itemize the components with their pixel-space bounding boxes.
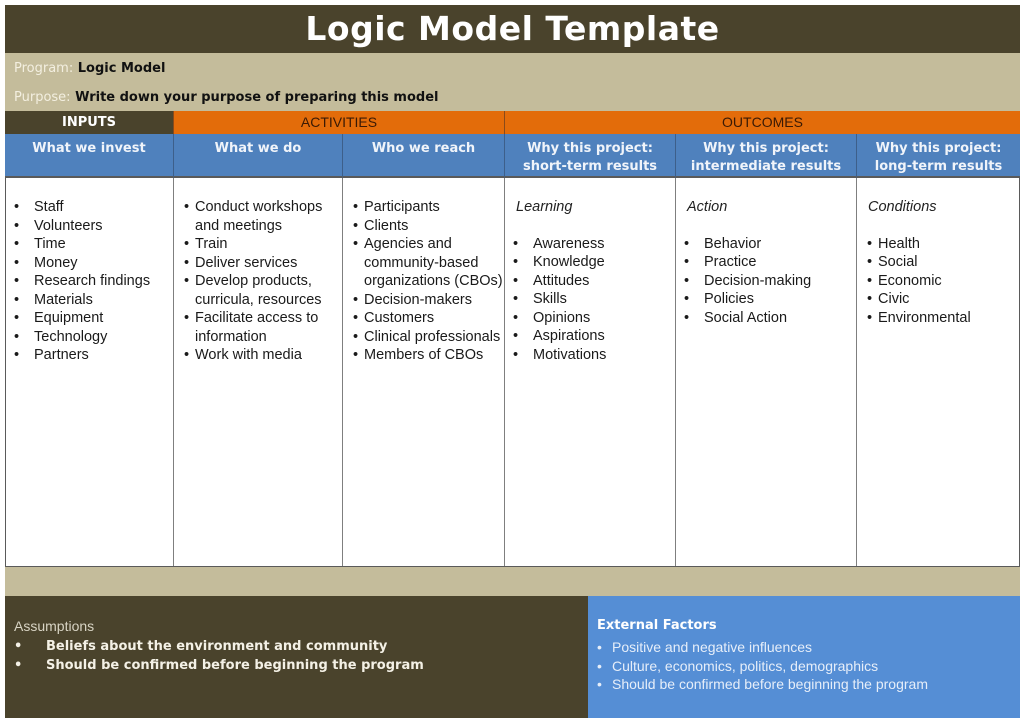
logic-model-sheet: Logic Model Template Program: Logic Mode… (5, 5, 1020, 718)
assumptions-panel[interactable]: Assumptions Beliefs about the environmen… (5, 596, 585, 718)
list-item: Decision-makers (353, 291, 504, 310)
list-item: Policies (684, 290, 856, 309)
bullet-list: Conduct workshops and meetingsTrainDeliv… (174, 198, 342, 365)
column-header-label: What we invest (32, 141, 146, 156)
program-row: Program: Logic Model (14, 61, 165, 76)
column-body-row: StaffVolunteersTimeMoneyResearch finding… (5, 178, 1020, 566)
program-info-band: Program: Logic Model Purpose: Write down… (5, 53, 1020, 111)
bullet-list: ParticipantsClientsAgencies and communit… (343, 198, 504, 365)
list-item: Decision-making (684, 272, 856, 291)
list-item: Environmental (867, 309, 1019, 328)
column-body-inputs[interactable]: StaffVolunteersTimeMoneyResearch finding… (5, 178, 173, 566)
list-item: Social Action (684, 309, 856, 328)
group-activities: ACTIVITIES (173, 111, 504, 134)
list-item: Clients (353, 217, 504, 236)
purpose-label: Purpose: (14, 90, 71, 105)
bullet-list: HealthSocialEconomicCivicEnvironmental (857, 235, 1019, 328)
column-subheading: Learning (516, 199, 573, 215)
bullet-list: StaffVolunteersTimeMoneyResearch finding… (6, 198, 173, 365)
page-title: Logic Model Template (5, 5, 1020, 53)
list-item: Behavior (684, 235, 856, 254)
list-item: Deliver services (184, 254, 342, 273)
list-item: Partners (14, 346, 173, 365)
column-subheading: Conditions (868, 199, 937, 215)
program-value[interactable]: Logic Model (78, 61, 166, 76)
column-header-what-we-invest: What we invest (5, 134, 173, 178)
purpose-row: Purpose: Write down your purpose of prep… (14, 90, 438, 105)
list-item: Economic (867, 272, 1019, 291)
list-item: Knowledge (513, 253, 675, 272)
list-item: Health (867, 235, 1019, 254)
list-item: Clinical professionals (353, 328, 504, 347)
column-body-short-term[interactable]: Learning AwarenessKnowledgeAttitudesSkil… (504, 178, 675, 566)
list-item: Skills (513, 290, 675, 309)
list-item: Staff (14, 198, 173, 217)
column-header-line2: long-term results (874, 159, 1003, 174)
list-item: Positive and negative influences (597, 638, 1011, 657)
list-item: Materials (14, 291, 173, 310)
list-item: Civic (867, 290, 1019, 309)
external-factors-panel[interactable]: External Factors Positive and negative i… (585, 596, 1020, 718)
list-item: Practice (684, 253, 856, 272)
group-outcomes: OUTCOMES (504, 111, 1020, 134)
column-body-who-we-reach[interactable]: ParticipantsClientsAgencies and communit… (342, 178, 504, 566)
column-header-label: What we do (214, 141, 302, 156)
column-header-short-term: Why this project: short-term results (504, 134, 675, 178)
group-header-row: INPUTS ACTIVITIES OUTCOMES (5, 111, 1020, 134)
assumptions-heading: Assumptions (14, 618, 95, 634)
list-item: Customers (353, 309, 504, 328)
external-factors-heading: External Factors (597, 618, 717, 633)
column-header-line2: short-term results (522, 159, 658, 174)
bullet-list: BehaviorPracticeDecision-makingPoliciesS… (676, 235, 856, 328)
column-header-line1: Why this project: (527, 141, 653, 156)
bullet-list: AwarenessKnowledgeAttitudesSkillsOpinion… (505, 235, 675, 365)
column-body-long-term[interactable]: Conditions HealthSocialEconomicCivicEnvi… (856, 178, 1020, 566)
column-header-line2: intermediate results (690, 159, 842, 174)
divider-band (5, 566, 1020, 596)
list-item: Volunteers (14, 217, 173, 236)
list-item: Should be confirmed before beginning the… (597, 675, 1011, 694)
list-item: Conduct workshops and meetings (184, 198, 342, 235)
list-item: Facilitate access to information (184, 309, 342, 346)
list-item: Awareness (513, 235, 675, 254)
list-item: Beliefs about the environment and commun… (14, 638, 576, 657)
column-body-what-we-do[interactable]: Conduct workshops and meetingsTrainDeliv… (173, 178, 342, 566)
list-item: Participants (353, 198, 504, 217)
list-item: Should be confirmed before beginning the… (14, 657, 576, 676)
column-header-what-we-do: What we do (173, 134, 342, 178)
list-item: Aspirations (513, 327, 675, 346)
column-subheading: Action (687, 199, 728, 215)
list-item: Equipment (14, 309, 173, 328)
external-factors-list: Positive and negative influencesCulture,… (597, 638, 1011, 694)
column-header-who-we-reach: Who we reach (342, 134, 504, 178)
column-header-long-term: Why this project: long-term results (856, 134, 1020, 178)
list-item: Technology (14, 328, 173, 347)
list-item: Opinions (513, 309, 675, 328)
column-header-line1: Why this project: (703, 141, 829, 156)
list-item: Work with media (184, 346, 342, 365)
list-item: Agencies and community-based organizatio… (353, 235, 504, 291)
assumptions-list: Beliefs about the environment and commun… (14, 638, 576, 675)
list-item: Money (14, 254, 173, 273)
group-inputs: INPUTS (5, 111, 173, 134)
list-item: Time (14, 235, 173, 254)
list-item: Attitudes (513, 272, 675, 291)
list-item: Motivations (513, 346, 675, 365)
column-header-label: Who we reach (371, 141, 476, 156)
list-item: Culture, economics, politics, demographi… (597, 657, 1011, 676)
column-header-intermediate: Why this project: intermediate results (675, 134, 856, 178)
program-label: Program: (14, 61, 74, 76)
list-item: Research findings (14, 272, 173, 291)
column-body-intermediate[interactable]: Action BehaviorPracticeDecision-makingPo… (675, 178, 856, 566)
list-item: Train (184, 235, 342, 254)
list-item: Members of CBOs (353, 346, 504, 365)
column-header-row: What we invest What we do Who we reach W… (5, 134, 1020, 178)
list-item: Social (867, 253, 1019, 272)
column-header-line1: Why this project: (875, 141, 1002, 156)
list-item: Develop products, curricula, resources (184, 272, 342, 309)
purpose-value[interactable]: Write down your purpose of preparing thi… (75, 90, 438, 105)
